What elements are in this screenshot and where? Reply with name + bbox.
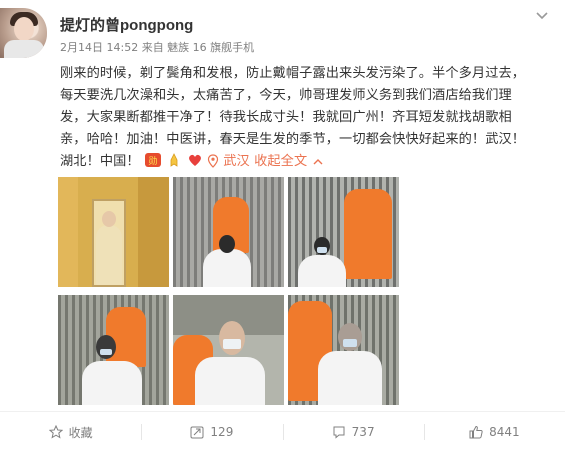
photo-cape [318, 351, 382, 405]
like-icon [469, 425, 483, 439]
comment-button[interactable]: 737 [282, 412, 424, 452]
content-line: 发，大家果断都推干净了！待我长成寸头！我就回广州！齐耳短发就找胡歌相 [60, 110, 512, 125]
forward-button[interactable]: 129 [141, 412, 282, 452]
avatar[interactable] [0, 8, 47, 58]
photo-head [219, 235, 235, 253]
user-nickname[interactable]: 提灯的曾pongpong [60, 14, 193, 35]
collapse-arrow-icon[interactable] [312, 156, 324, 168]
weibo-post: 提灯的曾pongpong 2月14日 14:52 来自 魅族 16 旗舰手机 刚… [0, 0, 565, 452]
photo-cape [203, 249, 251, 287]
comment-count: 737 [351, 425, 375, 439]
content-line: 刚来的时候，剃了鬓角和发根，防止戴帽子露出来头发污染了。半个多月过去， [60, 66, 526, 81]
favorite-button[interactable]: 收藏 [0, 412, 141, 452]
star-icon [48, 425, 63, 439]
photo-cape [82, 361, 142, 405]
photo-mask [223, 339, 241, 349]
photo-head [96, 335, 116, 359]
photo-thumbnail[interactable] [58, 177, 169, 287]
avatar-body [4, 40, 44, 58]
photo-cape [195, 357, 265, 405]
post-meta: 2月14日 14:52 来自 魅族 16 旗舰手机 [60, 41, 255, 54]
photo-mask [100, 349, 112, 355]
emoji-praying-icon [170, 153, 178, 167]
forward-icon [190, 426, 204, 439]
like-button[interactable]: 8441 [423, 412, 565, 452]
comment-icon [333, 426, 345, 439]
emoji-heart-icon [188, 154, 201, 166]
photo-head [219, 321, 245, 355]
photo-head [102, 211, 116, 227]
photo-thumbnail[interactable] [288, 295, 399, 405]
forward-count: 129 [210, 425, 234, 439]
photo-cape [298, 255, 346, 287]
content-line: 每天要洗几次澡和头，太痛苦了，今天，帅哥理发师义务到我们酒店给我们理 [60, 88, 512, 103]
avatar-face [14, 17, 34, 41]
post-content: 刚来的时候，剃了鬓角和发根，防止戴帽子露出来头发污染了。半个多月过去， 每天要洗… [60, 63, 555, 173]
location-link[interactable]: 武汉 [223, 154, 250, 169]
photo-grid [58, 177, 399, 405]
location-pin-icon [207, 154, 219, 168]
photo-thumbnail[interactable] [288, 177, 399, 287]
favorite-label: 收藏 [68, 425, 93, 440]
content-last-line: 湖北！中国！ 勋 武汉 收起全文 [60, 151, 555, 173]
content-line: 亲，哈哈！加油！中医讲，春天是生发的季节，一切都会快快好起来的！武汉！ [60, 132, 526, 147]
emoji-fight-icon: 勋 [145, 153, 162, 167]
chevron-down-icon[interactable] [535, 8, 549, 22]
svg-text:勋: 勋 [148, 155, 157, 167]
photo-mask [343, 339, 357, 347]
content-line: 湖北！中国！ [60, 154, 140, 169]
photo-thumbnail[interactable] [173, 177, 284, 287]
photo-mask [317, 247, 327, 253]
photo-thumbnail[interactable] [173, 295, 284, 405]
collapse-text-link[interactable]: 收起全文 [254, 154, 307, 169]
like-count: 8441 [489, 425, 520, 439]
photo-person [96, 225, 122, 285]
action-bar: 收藏 129 737 8441 [0, 412, 565, 452]
photo-thumbnail[interactable] [58, 295, 169, 405]
photo-barber [344, 189, 392, 279]
